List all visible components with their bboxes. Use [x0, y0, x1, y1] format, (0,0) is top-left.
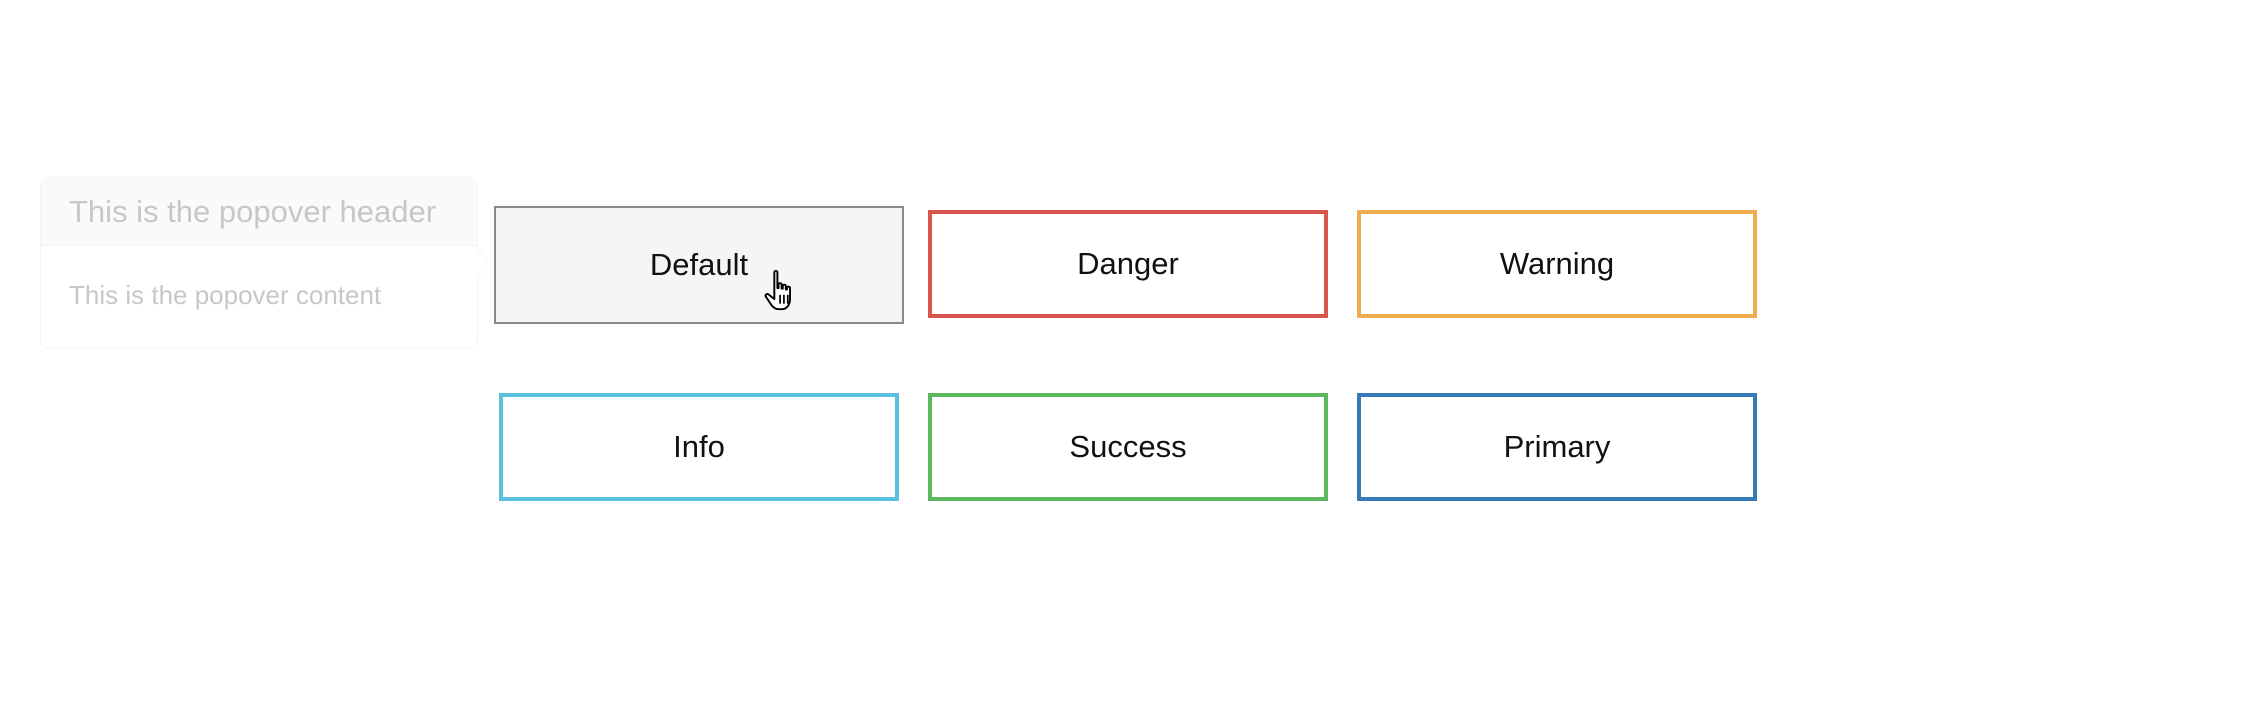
warning-button[interactable]: Warning	[1357, 210, 1757, 318]
default-button[interactable]: Default	[494, 206, 904, 324]
popover-header: This is the popover header	[41, 178, 477, 246]
page: This is the popover header This is the p…	[0, 0, 2248, 706]
popover-content: This is the popover content	[69, 280, 382, 310]
popover: This is the popover header This is the p…	[40, 177, 493, 349]
primary-button[interactable]: Primary	[1357, 393, 1757, 501]
info-button[interactable]: Info	[499, 393, 899, 501]
success-button[interactable]: Success	[928, 393, 1328, 501]
danger-button[interactable]: Danger	[928, 210, 1328, 318]
